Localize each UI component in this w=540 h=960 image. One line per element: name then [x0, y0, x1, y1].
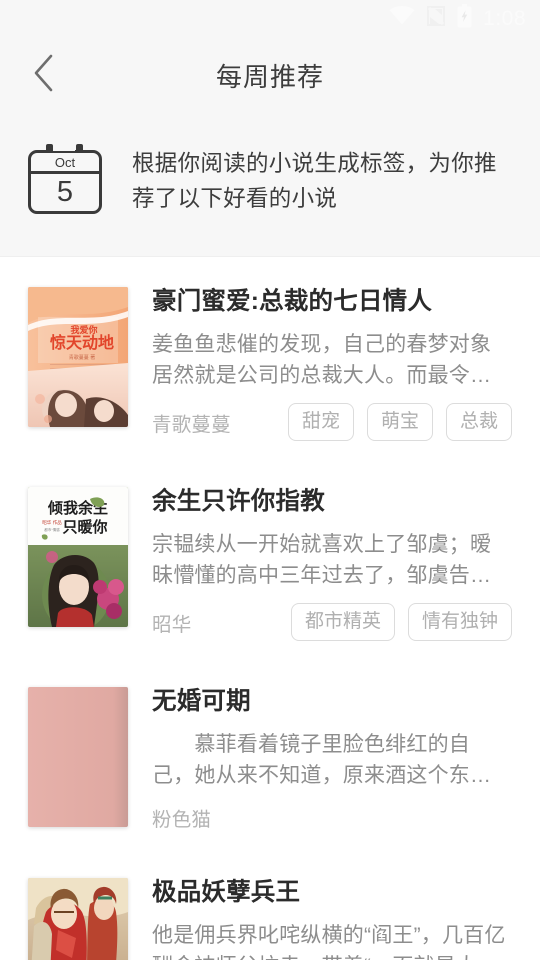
book-description: 姜鱼鱼悲催的发现，自己的春梦对象居然就是公司的总裁大人。而最令她不可思…: [152, 333, 492, 387]
book-row[interactable]: 极品 透视神皇 极品妖孽兵王 他是佣兵界叱咤纵横的“阎王”，几百亿酬金被师父坑走…: [0, 854, 540, 960]
book-row[interactable]: 倾我余生 只暖你 昭华 作品 都市·情感 余生只许你指教 宗韫续从一开始就喜欢上…: [0, 463, 540, 663]
book-meta: 粉色猫: [152, 791, 512, 832]
book-list: 我爱你 惊天动地 青歌蔓蔓 著 豪门蜜爱:总裁的七日情人 姜鱼鱼悲催的发现，自己…: [0, 257, 540, 960]
book-description: 他是佣兵界叱咤纵横的“阎王”，几百亿酬金被师父坑走，带着“一百就是大钱”的…: [152, 924, 506, 960]
banner-text: 根据你阅读的小说生成标签，为你推荐了以下好看的小说: [132, 151, 497, 211]
nav-bar: 每周推荐: [0, 36, 540, 114]
book-description: 宗韫续从一开始就喜欢上了邹虞；暧昧懵懂的高中三年过去了，邹虞告别宗韫续…: [152, 533, 492, 587]
book-title: 豪门蜜爱:总裁的七日情人: [152, 288, 433, 315]
book-title: 余生只许你指教: [152, 488, 325, 515]
back-button[interactable]: [0, 36, 88, 114]
book-cover: [28, 687, 128, 827]
battery-charging-icon: [457, 3, 472, 33]
book-title: 无婚可期: [152, 688, 251, 715]
recommendation-banner: Oct 5 根据你阅读的小说生成标签，为你推荐了以下好看的小说: [0, 114, 540, 257]
status-bar-time: 1:08: [483, 6, 526, 30]
book-cover: 倾我余生 只暖你 昭华 作品 都市·情感: [28, 487, 128, 627]
book-tag[interactable]: 萌宝: [366, 403, 433, 441]
book-info: 无婚可期 慕菲看着镜子里脸色绯红的自己，她从来不知道，原来酒这个东西这么难喝… …: [152, 687, 512, 832]
book-tag[interactable]: 总裁: [445, 403, 512, 441]
no-sim-icon: [426, 5, 446, 32]
svg-text:都市·情感: 都市·情感: [44, 527, 60, 532]
app-screen: 1:08 每周推荐 Oct 5 根据你阅读的小说生成标签，为你推荐了以下好看的小…: [0, 0, 540, 960]
svg-text:只暖你: 只暖你: [62, 518, 107, 536]
book-row[interactable]: 我爱你 惊天动地 青歌蔓蔓 著 豪门蜜爱:总裁的七日情人 姜鱼鱼悲催的发现，自己…: [0, 263, 540, 463]
calendar-icon: Oct 5: [28, 144, 104, 214]
book-tag[interactable]: 都市精英: [290, 603, 395, 641]
book-info: 极品妖孽兵王 他是佣兵界叱咤纵横的“阎王”，几百亿酬金被师父坑走，带着“一百就是…: [152, 878, 512, 960]
book-tag[interactable]: 甜宠: [287, 403, 354, 441]
book-meta: 青歌蔓蔓 甜宠 萌宝 总裁: [152, 391, 512, 441]
book-tag[interactable]: 情有独钟: [407, 603, 512, 641]
chevron-left-icon: [31, 53, 57, 98]
book-info: 余生只许你指教 宗韫续从一开始就喜欢上了邹虞；暧昧懵懂的高中三年过去了，邹虞告别…: [152, 487, 512, 641]
book-cover: 极品 透视神皇: [28, 878, 128, 960]
status-bar: 1:08: [0, 0, 540, 36]
book-info: 豪门蜜爱:总裁的七日情人 姜鱼鱼悲催的发现，自己的春梦对象居然就是公司的总裁大人…: [152, 287, 512, 441]
svg-text:青歌蔓蔓 著: 青歌蔓蔓 著: [69, 354, 96, 361]
wifi-icon: [389, 5, 415, 31]
book-row[interactable]: 无婚可期 慕菲看着镜子里脸色绯红的自己，她从来不知道，原来酒这个东西这么难喝… …: [0, 663, 540, 854]
book-cover: 我爱你 惊天动地 青歌蔓蔓 著: [28, 287, 128, 427]
calendar-day: 5: [56, 176, 74, 208]
svg-text:惊天动地: 惊天动地: [50, 333, 114, 352]
book-meta: 昭华 都市精英 情有独钟: [152, 591, 512, 641]
calendar-month: Oct: [54, 155, 76, 170]
book-author: 昭华: [152, 613, 192, 636]
book-tags: 甜宠 萌宝 总裁: [287, 403, 512, 441]
book-tags: 都市精英 情有独钟: [290, 603, 512, 641]
book-author: 粉色猫: [152, 809, 212, 831]
book-title: 极品妖孽兵王: [152, 879, 301, 906]
svg-text:昭华 作品: 昭华 作品: [42, 519, 62, 526]
book-author: 青歌蔓蔓: [152, 413, 231, 436]
book-description: 慕菲看着镜子里脸色绯红的自己，她从来不知道，原来酒这个东西这么难喝…: [152, 733, 492, 787]
